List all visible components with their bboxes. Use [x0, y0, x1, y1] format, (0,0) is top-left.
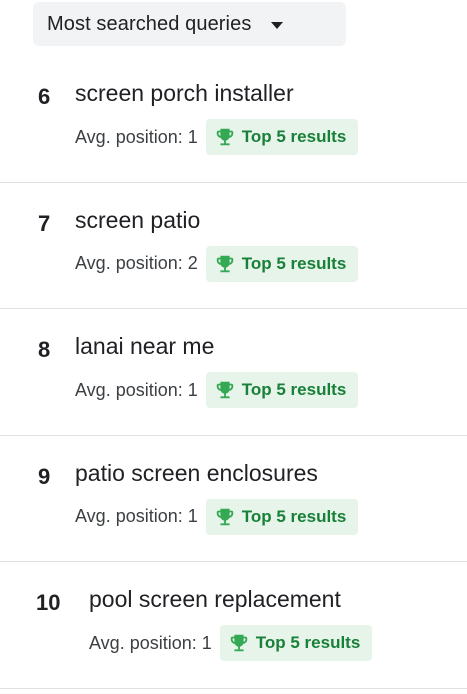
query-list-item[interactable]: 8 lanai near me Avg. position: 1 Top 5 r…: [0, 309, 467, 436]
query-rank: 10: [36, 590, 61, 616]
query-list-item[interactable]: 9 patio screen enclosures Avg. position:…: [0, 436, 467, 563]
query-list-item[interactable]: 6 screen porch installer Avg. position: …: [0, 56, 467, 183]
query-meta: Avg. position: 1 Top 5 results: [89, 625, 373, 662]
query-text: pool screen replacement: [89, 586, 341, 613]
dropdown-label: Most searched queries: [47, 12, 252, 35]
query-rank: 9: [38, 463, 51, 489]
badge-label: Top 5 results: [241, 253, 347, 273]
trophy-icon: [230, 635, 247, 652]
query-list: 6 screen porch installer Avg. position: …: [0, 56, 467, 689]
top-results-badge: Top 5 results: [205, 119, 359, 155]
avg-position: Avg. position: 1: [89, 632, 212, 653]
query-rank: 8: [38, 337, 51, 363]
query-text: lanai near me: [75, 333, 215, 360]
avg-position: Avg. position: 1: [75, 506, 198, 527]
query-text: screen porch installer: [75, 80, 294, 106]
query-meta: Avg. position: 1 Top 5 results: [75, 119, 359, 155]
query-text: patio screen enclosures: [75, 459, 318, 486]
badge-label: Top 5 results: [241, 380, 347, 400]
top-results-badge: Top 5 results: [219, 625, 373, 662]
avg-position: Avg. position: 2: [75, 253, 198, 274]
avg-position: Avg. position: 1: [75, 126, 198, 147]
badge-label: Top 5 results: [241, 506, 347, 526]
query-list-item[interactable]: 7 screen patio Avg. position: 2 Top 5 re…: [0, 183, 467, 310]
top-results-badge: Top 5 results: [205, 372, 359, 409]
avg-position: Avg. position: 1: [75, 379, 198, 400]
trophy-icon: [216, 255, 233, 272]
top-results-badge: Top 5 results: [205, 245, 359, 282]
query-meta: Avg. position: 2 Top 5 results: [75, 245, 359, 282]
caret-down-icon: [271, 21, 284, 29]
badge-label: Top 5 results: [255, 633, 361, 653]
top-results-badge: Top 5 results: [205, 498, 359, 535]
query-rank: 7: [38, 210, 51, 236]
query-text: screen patio: [75, 206, 201, 233]
trophy-icon: [216, 381, 233, 399]
trophy-icon: [216, 128, 233, 146]
trophy-icon: [216, 508, 233, 526]
query-rank: 6: [38, 84, 51, 109]
query-meta: Avg. position: 1 Top 5 results: [75, 372, 359, 409]
query-meta: Avg. position: 1 Top 5 results: [75, 498, 359, 535]
query-sort-dropdown[interactable]: Most searched queries: [33, 2, 346, 46]
query-list-item[interactable]: 10 pool screen replacement Avg. position…: [0, 562, 467, 689]
badge-label: Top 5 results: [241, 127, 347, 146]
